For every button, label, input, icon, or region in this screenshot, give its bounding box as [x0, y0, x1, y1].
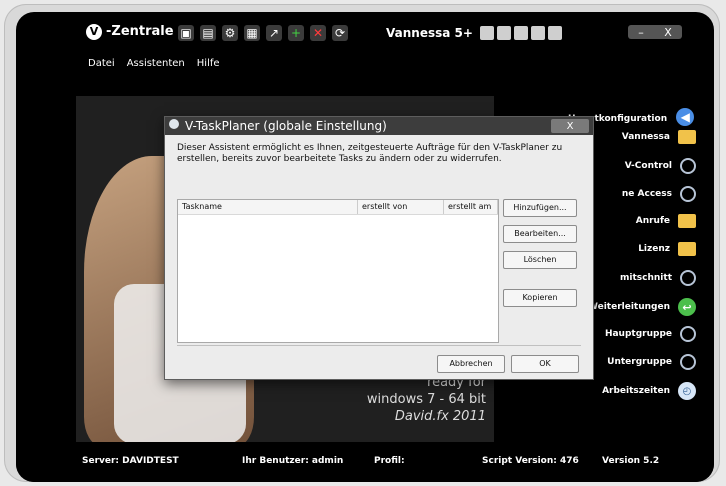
open-icon[interactable]: ▤	[200, 25, 216, 41]
brand-letter-icon: V	[86, 24, 102, 40]
top-bar: V -Zentrale ▣ ▤ ⚙ ▦ ↗ + ✕ ⟳ Vannessa 5+ –…	[16, 12, 714, 72]
dialog-logo-icon	[169, 119, 179, 129]
save-icon[interactable]: ▣	[178, 25, 194, 41]
network-node-icon	[480, 26, 494, 40]
folder-icon	[678, 214, 696, 228]
back-arrow-icon[interactable]: ◀	[676, 108, 695, 126]
menu-assistenten[interactable]: Assistenten	[127, 58, 185, 69]
nav-item-anrufe[interactable]: Anrufe	[636, 214, 696, 228]
product-title: Vannessa 5+	[386, 26, 473, 40]
delete-button[interactable]: Löschen	[503, 251, 577, 269]
cancel-button[interactable]: Abbrechen	[437, 355, 505, 373]
minimize-button[interactable]: –	[638, 26, 644, 39]
add-button[interactable]: Hinzufügen...	[503, 199, 577, 217]
task-planner-dialog: V-TaskPlaner (globale Einstellung) X Die…	[164, 116, 594, 380]
refresh-icon[interactable]: ⟳	[332, 25, 348, 41]
table-header: Taskname erstellt von erstellt am	[178, 200, 498, 215]
brand-text: -Zentrale	[106, 24, 174, 39]
ready-line-2: windows 7 - 64 bit	[366, 392, 486, 407]
export-icon[interactable]: ↗	[266, 25, 282, 41]
nav-item-weiterleitungen[interactable]: Weiterleitungen ↩	[588, 298, 696, 316]
key-icon	[680, 270, 696, 286]
dialog-description: Dieser Assistent ermöglicht es Ihnen, ze…	[177, 143, 563, 164]
app-logo: V -Zentrale	[86, 24, 174, 40]
network-node-icon	[548, 26, 562, 40]
key-icon	[680, 158, 696, 174]
status-profile: Profil:	[374, 456, 405, 466]
col-erstellt-von[interactable]: erstellt von	[358, 200, 444, 214]
folder-icon	[678, 242, 696, 256]
nav-item-lizenz[interactable]: Lizenz	[638, 242, 696, 256]
nav-item-access[interactable]: ne Access	[622, 186, 696, 202]
settings-icon[interactable]: ⚙	[222, 25, 238, 41]
toolbar: ▣ ▤ ⚙ ▦ ↗ + ✕ ⟳	[178, 25, 348, 41]
nav-item-mitschnitt[interactable]: mitschnitt	[620, 270, 696, 286]
app-window: V -Zentrale ▣ ▤ ⚙ ▦ ↗ + ✕ ⟳ Vannessa 5+ –…	[16, 12, 714, 482]
ready-text: ready for windows 7 - 64 bit David.fx 20…	[346, 374, 486, 425]
edit-button[interactable]: Bearbeiten...	[503, 225, 577, 243]
col-taskname[interactable]: Taskname	[178, 200, 358, 214]
dialog-footer: Abbrechen OK	[165, 349, 593, 379]
network-node-icon	[514, 26, 528, 40]
ok-button[interactable]: OK	[511, 355, 579, 373]
dialog-titlebar: V-TaskPlaner (globale Einstellung) X	[165, 117, 593, 135]
status-server: Server: DAVIDTEST	[82, 456, 179, 466]
folder-icon	[678, 130, 696, 144]
divider-line	[177, 345, 581, 346]
key-icon	[680, 326, 696, 342]
add-icon[interactable]: +	[288, 25, 304, 41]
network-icons	[480, 26, 562, 40]
nav-item-untergruppe[interactable]: Untergruppe	[607, 354, 696, 370]
side-buttons: Hinzufügen... Bearbeiten... Löschen Kopi…	[503, 199, 587, 315]
nav-item-hauptgruppe[interactable]: Hauptgruppe	[605, 326, 696, 342]
dialog-title: V-TaskPlaner (globale Einstellung)	[185, 119, 387, 133]
clock-icon: ◴	[678, 382, 696, 400]
key-icon	[680, 354, 696, 370]
nav-item-v-control[interactable]: V-Control	[625, 158, 696, 174]
status-version: Version 5.2	[602, 456, 660, 466]
menu-datei[interactable]: Datei	[88, 58, 115, 69]
network-node-icon	[531, 26, 545, 40]
delete-icon[interactable]: ✕	[310, 25, 326, 41]
dialog-close-button[interactable]: X	[551, 119, 589, 133]
status-bar: Server: DAVIDTEST Ihr Benutzer: admin Pr…	[16, 446, 714, 482]
forward-icon: ↩	[678, 298, 696, 316]
ready-line-3: David.fx 2011	[394, 409, 486, 424]
menu-bar: Datei Assistenten Hilfe	[88, 58, 220, 69]
status-script-version: Script Version: 476	[482, 456, 579, 466]
status-user: Ihr Benutzer: admin	[242, 456, 344, 466]
task-table: Taskname erstellt von erstellt am	[177, 199, 499, 343]
print-icon[interactable]: ▦	[244, 25, 260, 41]
close-button[interactable]: X	[664, 26, 672, 39]
col-erstellt-am[interactable]: erstellt am	[444, 200, 498, 214]
key-icon	[680, 186, 696, 202]
network-node-icon	[497, 26, 511, 40]
copy-button[interactable]: Kopieren	[503, 289, 577, 307]
menu-hilfe[interactable]: Hilfe	[197, 58, 220, 69]
nav-item-arbeitszeiten[interactable]: Arbeitszeiten ◴	[602, 382, 696, 400]
window-controls: – X	[628, 25, 682, 39]
nav-item-vannessa[interactable]: Vannessa	[622, 130, 696, 144]
